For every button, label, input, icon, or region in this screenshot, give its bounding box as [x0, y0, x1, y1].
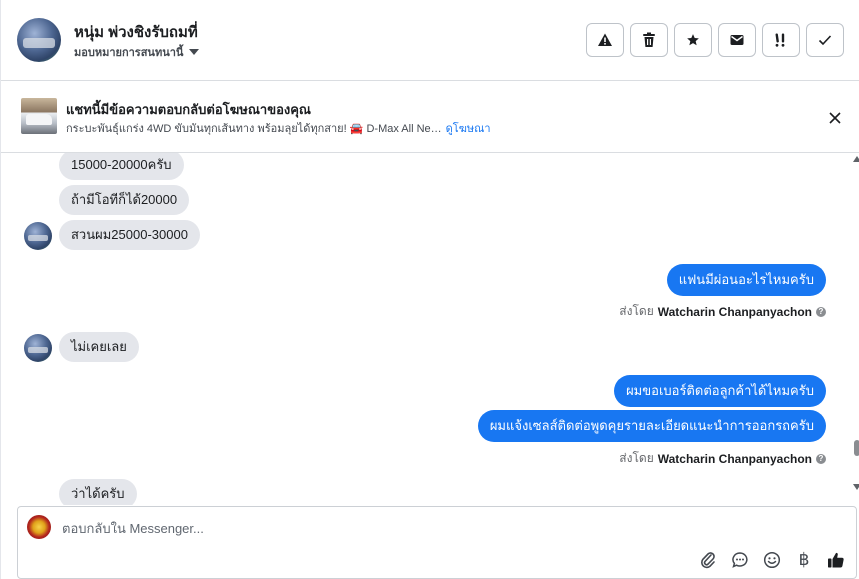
check-icon — [818, 35, 832, 46]
incoming-message[interactable]: ไม่เคยเลย — [59, 332, 139, 362]
assign-label: มอบหมายการสนทนานี้ — [74, 47, 184, 59]
emoji-button[interactable] — [762, 549, 782, 571]
incoming-message[interactable]: 15000-20000ครับ — [59, 153, 184, 180]
contact-avatar-small — [24, 222, 52, 250]
ad-reply-banner: แชทนี้มีข้อความตอบกลับต่อโฆษณาของคุณ กระ… — [1, 81, 859, 153]
composer-toolbar: ฿ — [698, 549, 846, 571]
attach-button[interactable] — [698, 549, 718, 571]
contact-avatar[interactable] — [17, 18, 61, 62]
incoming-message[interactable]: ว่าได้ครับ — [59, 479, 137, 505]
attach-icon — [701, 552, 715, 569]
incoming-message[interactable]: ถ้ามีโอทีก็ได้20000 — [59, 185, 190, 215]
follow-up-button[interactable] — [762, 23, 800, 57]
scroll-down-arrow[interactable] — [853, 484, 859, 490]
warning-icon — [598, 33, 612, 46]
sent-by-prefix: ส่งโดย — [619, 304, 654, 318]
mark-done-button[interactable] — [806, 23, 844, 57]
contact-name[interactable]: หนุ่ม พ่วงชิงรับถมที่ — [74, 20, 198, 44]
chevron-down-icon — [189, 49, 200, 55]
saved-reply-button[interactable] — [730, 549, 750, 571]
sent-by-prefix: ส่งโดย — [619, 451, 654, 465]
conversation-actions — [586, 23, 844, 57]
incoming-message[interactable]: สวนผม25000-30000 — [59, 220, 200, 250]
sender-name: Watcharin Chanpanyachon — [657, 451, 812, 466]
like-button[interactable] — [826, 549, 846, 571]
conversation-header: หนุ่ม พ่วงชิงรับถมที่ มอบหมายการสนทนานี้ — [1, 0, 859, 81]
star-button[interactable] — [674, 23, 712, 57]
outgoing-message[interactable]: ผมแจ้งเซลส์ติดต่อพูดคุยรายละเอียดแนะนำกา… — [477, 410, 826, 442]
contact-avatar-small — [24, 334, 52, 362]
like-icon — [828, 552, 844, 568]
ad-banner-title: แชทนี้มีข้อความตอบกลับต่อโฆษณาของคุณ — [66, 102, 311, 117]
mark-spam-button[interactable] — [586, 23, 624, 57]
page-avatar — [27, 515, 51, 539]
emoji-icon — [763, 551, 781, 569]
outgoing-message[interactable]: แฟนมีผ่อนอะไรไหมครับ — [666, 264, 826, 296]
sent-by-label: ส่งโดย Watcharin Chanpanyachon ? — [619, 449, 826, 468]
outgoing-message[interactable]: ผมขอเบอร์ติดต่อลูกค้าได้ไหมครับ — [614, 375, 826, 407]
sender-name: Watcharin Chanpanyachon — [657, 304, 812, 319]
view-ad-link[interactable]: ดูโฆษณา — [446, 119, 491, 137]
ad-description-row: กระบะพันธุ์แกร่ง 4WD ขับมันทุกเส้นทาง พร… — [66, 119, 491, 137]
star-icon — [687, 34, 699, 46]
scroll-up-arrow[interactable] — [853, 156, 859, 162]
sent-by-label: ส่งโดย Watcharin Chanpanyachon ? — [619, 302, 826, 321]
baht-icon: ฿ — [798, 550, 810, 569]
close-icon — [829, 112, 841, 124]
saved-reply-icon — [732, 552, 748, 568]
assign-conversation-dropdown[interactable]: มอบหมายการสนทนานี้ — [74, 43, 200, 61]
mark-unread-button[interactable] — [718, 23, 756, 57]
info-icon[interactable]: ? — [816, 453, 826, 464]
payment-button[interactable]: ฿ — [794, 549, 814, 571]
reply-composer: ฿ — [17, 506, 857, 579]
inbox-conversation-panel: หนุ่ม พ่วงชิงรับถมที่ มอบหมายการสนทนานี้ — [0, 0, 859, 579]
close-banner-button[interactable] — [823, 106, 847, 130]
ad-thumbnail[interactable] — [21, 98, 57, 134]
delete-button[interactable] — [630, 23, 668, 57]
info-icon[interactable]: ? — [816, 306, 826, 317]
message-thread[interactable]: 15000-20000ครับ ถ้ามีโอทีก็ได้20000 สวนผ… — [1, 153, 850, 505]
mail-icon — [730, 35, 744, 45]
ad-description: กระบะพันธุ์แกร่ง 4WD ขับมันทุกเส้นทาง พร… — [66, 123, 442, 135]
follow-up-icon — [775, 33, 785, 47]
trash-icon — [643, 32, 655, 47]
reply-input[interactable] — [62, 517, 662, 539]
scrollbar-thumb[interactable] — [854, 440, 859, 456]
